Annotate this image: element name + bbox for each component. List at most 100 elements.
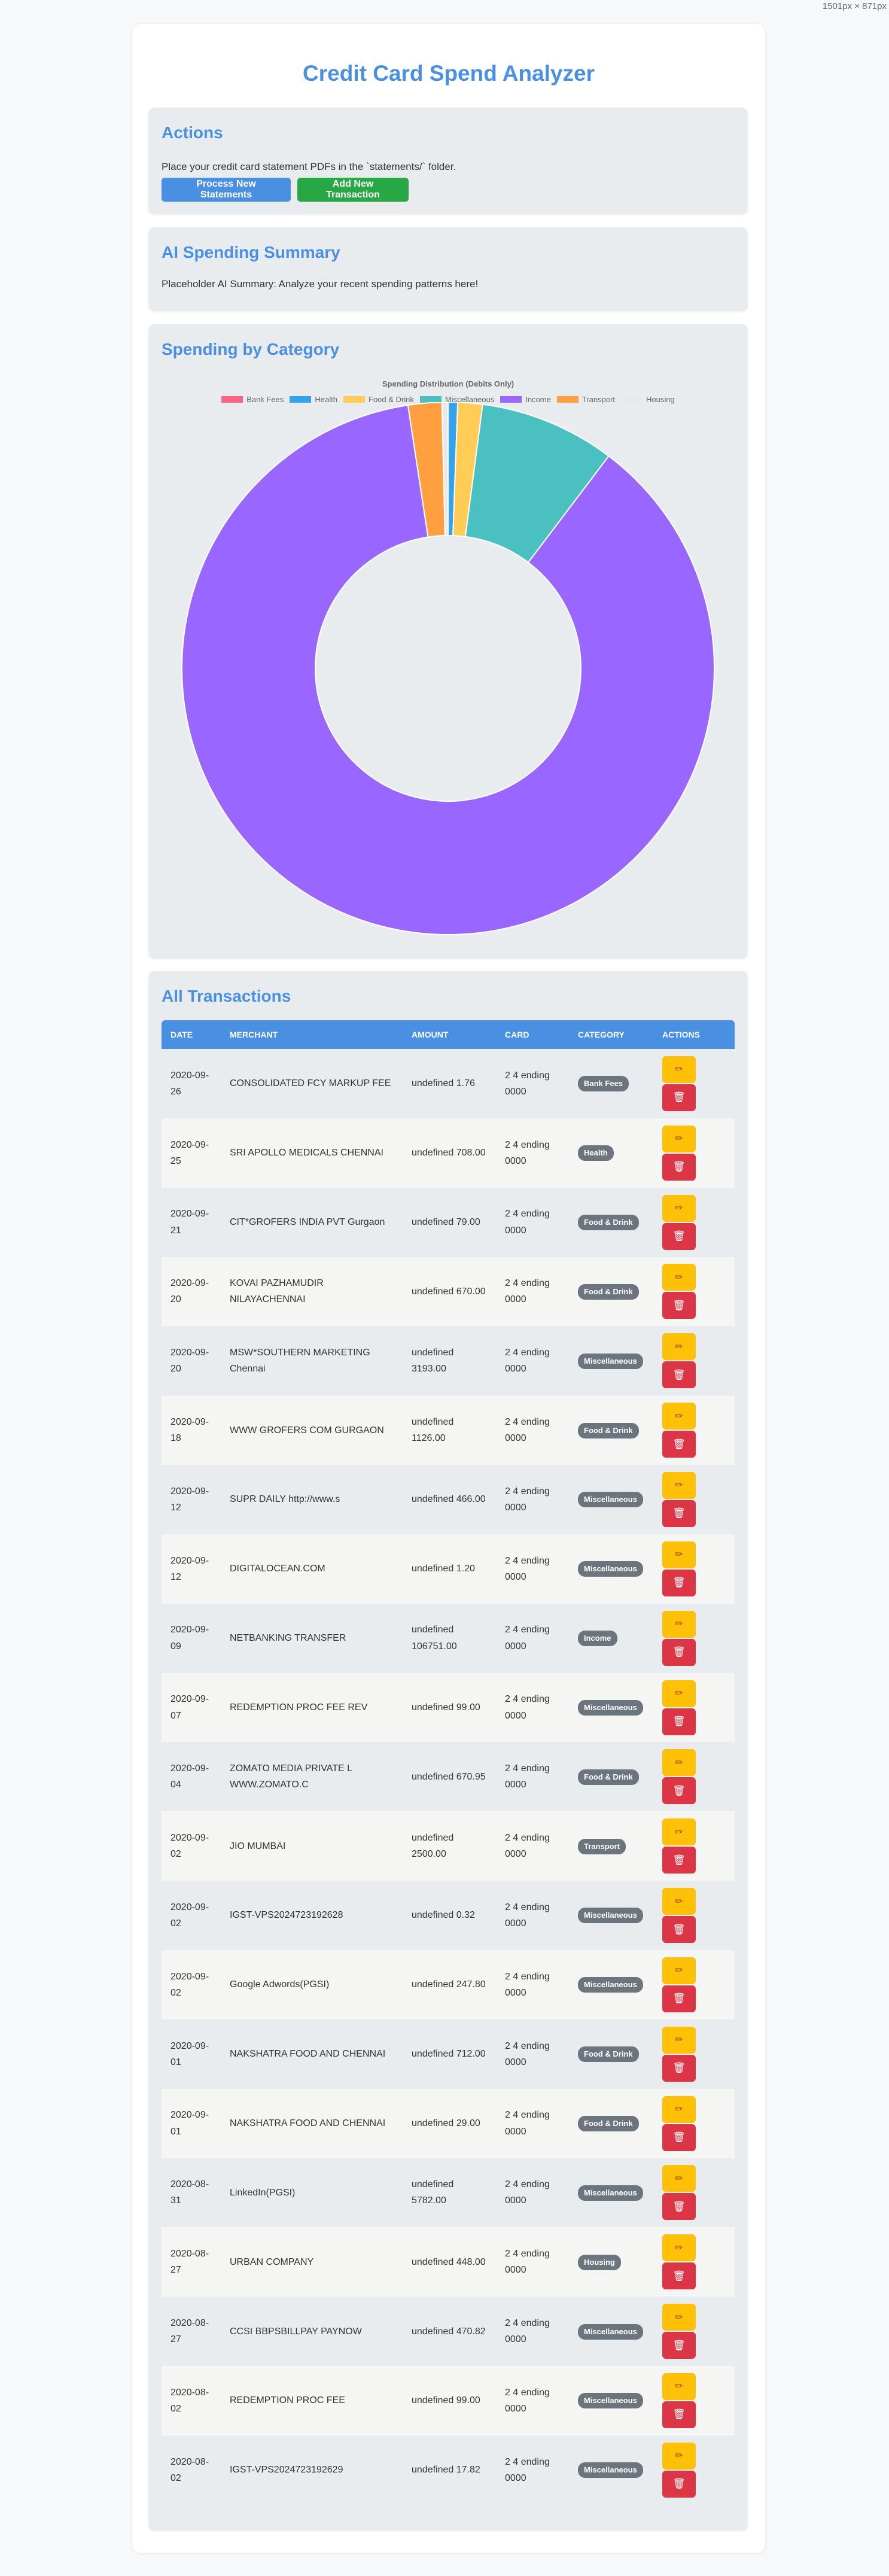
cell-actions: ✏ 🗑 — [653, 1257, 735, 1327]
delete-button[interactable]: 🗑 — [662, 1084, 696, 1111]
edit-button[interactable]: ✏ — [662, 1610, 696, 1638]
cell-date: 2020-09-02 — [171, 1833, 209, 1860]
cell-actions: ✏ 🗑 — [653, 2020, 735, 2089]
edit-button[interactable]: ✏ — [662, 1957, 696, 1984]
cell-category: Income — [569, 1604, 653, 1673]
cell-date: 2020-09-12 — [171, 1486, 209, 1513]
edit-button[interactable]: ✏ — [662, 1264, 696, 1291]
category-badge: Miscellaneous — [578, 1977, 643, 1993]
trash-icon: 🗑 — [672, 1091, 686, 1103]
actions-description: Place your credit card statement PDFs in… — [162, 161, 456, 172]
cell-category: Housing — [569, 2227, 653, 2297]
category-badge: Food & Drink — [578, 2046, 639, 2063]
edit-button[interactable]: ✏ — [662, 1333, 696, 1361]
delete-button[interactable]: 🗑 — [662, 2470, 696, 2498]
cell-merchant: NETBANKING TRANSFER — [230, 1633, 346, 1644]
summary-text: Placeholder AI Summary: Analyze your rec… — [162, 278, 479, 290]
cell-date: 2020-08-02 — [171, 2387, 209, 2414]
edit-button[interactable]: ✏ — [662, 1403, 696, 1430]
edit-button[interactable]: ✏ — [662, 2165, 696, 2192]
cell-date: 2020-09-21 — [171, 1209, 209, 1236]
delete-button[interactable]: 🗑 — [662, 1431, 696, 1458]
category-badge: Food & Drink — [578, 1284, 639, 1300]
category-chart-panel: Spending by Category Spending Distributi… — [149, 324, 747, 957]
delete-button[interactable]: 🗑 — [662, 1361, 696, 1389]
cell-amount: undefined 712.00 — [412, 2049, 486, 2060]
cell-category: Miscellaneous — [569, 1534, 653, 1604]
cell-card: 2 4 ending 0000 — [505, 1139, 550, 1166]
delete-button[interactable]: 🗑 — [662, 2332, 696, 2359]
edit-button[interactable]: ✏ — [662, 1680, 696, 1707]
pencil-icon: ✏ — [674, 2103, 684, 2115]
column-header-card: CARD — [505, 1030, 529, 1039]
cell-date: 2020-08-31 — [171, 2179, 209, 2206]
cell-actions: ✏ 🗑 — [653, 2158, 735, 2228]
delete-button[interactable]: 🗑 — [662, 1708, 696, 1735]
edit-button[interactable]: ✏ — [662, 2373, 696, 2400]
delete-button[interactable]: 🗑 — [662, 2054, 696, 2082]
cell-actions: ✏ 🗑 — [653, 1673, 735, 1742]
cell-category: Miscellaneous — [569, 1881, 653, 1950]
delete-button[interactable]: 🗑 — [662, 2262, 696, 2290]
edit-button[interactable]: ✏ — [662, 1471, 696, 1499]
table-header-row: DATE MERCHANT AMOUNT CARD CATEGORY ACTIONS — [162, 1020, 735, 1049]
trash-icon: 🗑 — [672, 1784, 686, 1796]
category-badge: Miscellaneous — [578, 2323, 643, 2340]
cell-date: 2020-09-01 — [171, 2110, 209, 2137]
cell-amount: undefined 99.00 — [412, 1702, 480, 1713]
cell-actions: ✏ 🗑 — [653, 1742, 735, 1811]
cell-card: 2 4 ending 0000 — [505, 2110, 550, 2137]
edit-button[interactable]: ✏ — [662, 1541, 696, 1568]
column-header-merchant: MERCHANT — [230, 1030, 278, 1039]
edit-button[interactable]: ✏ — [662, 1749, 696, 1777]
cell-date: 2020-09-20 — [171, 1348, 209, 1374]
cell-actions: ✏ 🗑 — [653, 2297, 735, 2366]
edit-button[interactable]: ✏ — [662, 2304, 696, 2331]
cell-actions: ✏ 🗑 — [653, 1395, 735, 1465]
edit-button[interactable]: ✏ — [662, 1056, 696, 1083]
edit-button[interactable]: ✏ — [662, 2026, 696, 2054]
delete-button[interactable]: 🗑 — [662, 1153, 696, 1181]
cell-category: Miscellaneous — [569, 2435, 653, 2505]
table-row: 2020-09-09 NETBANKING TRANSFER undefined 1… — [162, 1603, 735, 1673]
delete-button[interactable]: 🗑 — [662, 1292, 696, 1319]
edit-button[interactable]: ✏ — [662, 1818, 696, 1846]
pencil-icon: ✏ — [674, 1964, 684, 1976]
delete-button[interactable]: 🗑 — [662, 2401, 696, 2428]
delete-button[interactable]: 🗑 — [662, 1985, 696, 2012]
cell-merchant: NAKSHATRA FOOD AND CHENNAI — [230, 2118, 386, 2128]
trash-icon: 🗑 — [672, 1716, 686, 1728]
delete-button[interactable]: 🗑 — [662, 1916, 696, 1944]
delete-button[interactable]: 🗑 — [662, 1847, 696, 1874]
edit-button[interactable]: ✏ — [662, 2442, 696, 2469]
edit-button[interactable]: ✏ — [662, 1125, 696, 1152]
cell-amount: undefined 99.00 — [412, 2395, 480, 2406]
category-badge: Food & Drink — [578, 1769, 639, 1785]
cell-amount: undefined 3193.00 — [412, 1348, 454, 1374]
edit-button[interactable]: ✏ — [662, 1888, 696, 1915]
cell-card: 2 4 ending 0000 — [505, 2387, 550, 2414]
table-row: 2020-09-25 SRI APOLLO MEDICALS CHENNAI und… — [162, 1118, 735, 1188]
pencil-icon: ✏ — [674, 2242, 684, 2253]
process-statements-button[interactable]: Process New Statements — [162, 178, 291, 202]
cell-card: 2 4 ending 0000 — [505, 1555, 550, 1582]
delete-button[interactable]: 🗑 — [662, 1777, 696, 1805]
edit-button[interactable]: ✏ — [662, 2234, 696, 2262]
delete-button[interactable]: 🗑 — [662, 1222, 696, 1250]
delete-button[interactable]: 🗑 — [662, 2193, 696, 2221]
category-badge: Miscellaneous — [578, 1353, 643, 1369]
cell-merchant: REDEMPTION PROC FEE — [230, 2395, 345, 2406]
cell-actions: ✏ 🗑 — [653, 1604, 735, 1673]
cell-merchant: LinkedIn(PGSI) — [230, 2187, 296, 2198]
trash-icon: 🗑 — [672, 1646, 686, 1658]
add-transaction-button[interactable]: Add New Transaction — [297, 178, 409, 202]
delete-button[interactable]: 🗑 — [662, 2124, 696, 2151]
edit-button[interactable]: ✏ — [662, 2096, 696, 2123]
cell-date: 2020-09-01 — [171, 2040, 209, 2067]
delete-button[interactable]: 🗑 — [662, 1569, 696, 1596]
cell-card: 2 4 ending 0000 — [505, 1070, 550, 1097]
edit-button[interactable]: ✏ — [662, 1194, 696, 1222]
delete-button[interactable]: 🗑 — [662, 1638, 696, 1666]
delete-button[interactable]: 🗑 — [662, 1500, 696, 1527]
table-row: 2020-09-21 CIT*GROFERS INDIA PVT Gurgaon u… — [162, 1187, 735, 1257]
